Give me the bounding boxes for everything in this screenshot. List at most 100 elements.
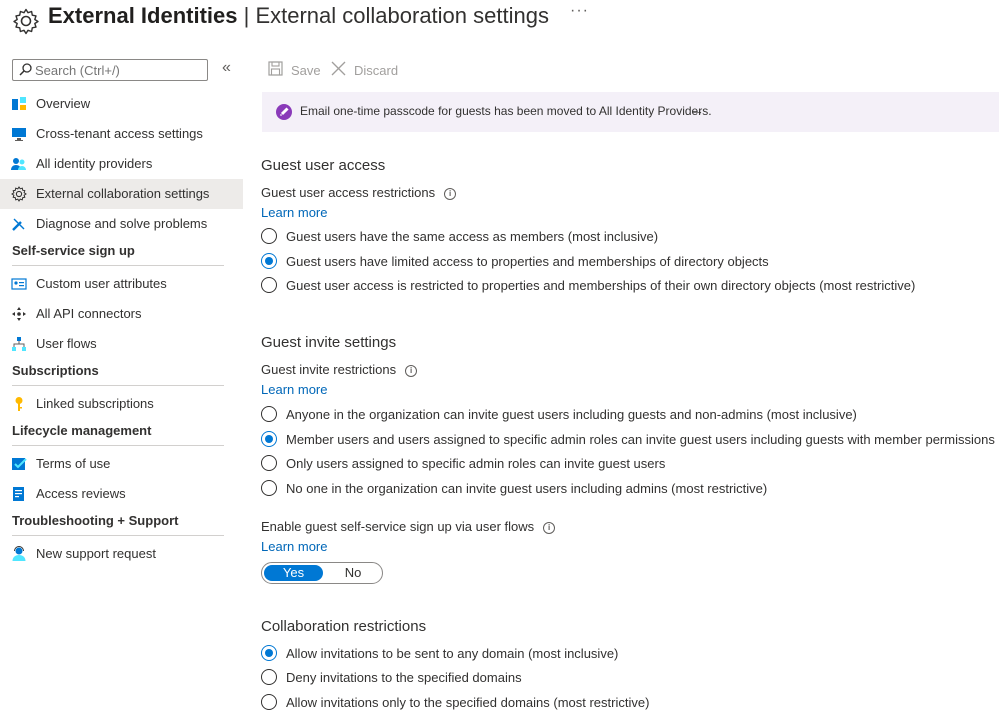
- support-icon: [11, 546, 27, 562]
- info-icon[interactable]: i: [543, 522, 556, 534]
- sidebar-item-access-reviews[interactable]: Access reviews: [0, 479, 243, 509]
- checklist-icon: [11, 456, 27, 472]
- guest-invite-label-text: Guest invite restrictions: [261, 362, 397, 377]
- sidebar-item-all-identity-providers[interactable]: All identity providers: [0, 149, 243, 179]
- sidebar-section-title: Troubleshooting + Support: [12, 513, 179, 528]
- page-title: External Identities | External collabora…: [48, 2, 549, 30]
- search-box[interactable]: [12, 59, 208, 81]
- info-icon[interactable]: i: [444, 188, 457, 200]
- gear-icon: [11, 186, 27, 202]
- collapse-sidebar-button[interactable]: «: [222, 59, 231, 77]
- guest-access-label-text: Guest user access restrictions: [261, 185, 436, 200]
- flow-icon: [11, 336, 27, 352]
- sidebar: « Overview Cross-tenant access settings Al…: [0, 56, 243, 727]
- id-card-icon: [11, 276, 27, 292]
- save-icon: [268, 61, 283, 76]
- toggle-no-option[interactable]: No: [326, 565, 380, 581]
- banner-text: Email one-time passcode for guests has b…: [300, 104, 712, 118]
- radio-label: Allow invitations to be sent to any doma…: [286, 646, 619, 661]
- sidebar-item-label: Overview: [36, 96, 91, 111]
- radio-label: Deny invitations to the specified domain…: [286, 670, 522, 685]
- radio-label: Allow invitations only to the specified …: [286, 695, 650, 710]
- radio-button[interactable]: [261, 406, 277, 422]
- banner-arrow-link[interactable]: →: [690, 102, 704, 118]
- sidebar-item-user-flows[interactable]: User flows: [0, 329, 243, 359]
- radio-button[interactable]: [261, 694, 277, 710]
- sidebar-item-label: All API connectors: [36, 306, 142, 321]
- rocket-icon: [276, 104, 292, 120]
- section-divider: [12, 535, 224, 536]
- connector-icon: [11, 306, 27, 322]
- title-service: External Identities: [48, 3, 238, 28]
- self-service-toggle[interactable]: Yes No: [261, 562, 383, 584]
- monitor-icon: [11, 126, 27, 142]
- sidebar-item-label: External collaboration settings: [36, 186, 210, 201]
- sidebar-item-new-support-request[interactable]: New support request: [0, 539, 243, 569]
- sidebar-item-label: All identity providers: [36, 156, 153, 171]
- radio-button[interactable]: [261, 455, 277, 471]
- radio-label: No one in the organization can invite gu…: [286, 481, 768, 496]
- sidebar-item-label: User flows: [36, 336, 97, 351]
- sidebar-item-label: Diagnose and solve problems: [36, 216, 208, 231]
- learn-more-link[interactable]: Learn more: [261, 539, 327, 554]
- sidebar-section-title: Self-service sign up: [12, 243, 135, 258]
- sidebar-item-label: Access reviews: [36, 486, 126, 501]
- radio-label: Member users and users assigned to speci…: [286, 432, 995, 447]
- sidebar-item-label: Linked subscriptions: [36, 396, 154, 411]
- section-divider: [12, 385, 224, 386]
- sidebar-item-cross-tenant-access-settings[interactable]: Cross-tenant access settings: [0, 119, 243, 149]
- radio-label: Only users assigned to specific admin ro…: [286, 456, 666, 471]
- learn-more-link[interactable]: Learn more: [261, 382, 327, 397]
- radio-label: Guest user access is restricted to prope…: [286, 278, 916, 293]
- guest-access-heading: Guest user access: [261, 157, 386, 174]
- info-icon[interactable]: i: [405, 365, 418, 377]
- save-label: Save: [291, 63, 321, 78]
- search-input[interactable]: [35, 61, 205, 79]
- sidebar-item-overview[interactable]: Overview: [0, 89, 243, 119]
- sidebar-item-custom-user-attributes[interactable]: Custom user attributes: [0, 269, 243, 299]
- self-service-label-text: Enable guest self-service sign up via us…: [261, 519, 535, 534]
- radio-button[interactable]: [261, 277, 277, 293]
- self-service-label: Enable guest self-service sign up via us…: [261, 519, 556, 534]
- guest-invite-heading: Guest invite settings: [261, 334, 397, 351]
- sidebar-item-all-api-connectors[interactable]: All API connectors: [0, 299, 243, 329]
- key-icon: [11, 396, 27, 412]
- sidebar-item-external-collaboration-settings[interactable]: External collaboration settings: [0, 179, 243, 209]
- sidebar-item-terms-of-use[interactable]: Terms of use: [0, 449, 243, 479]
- radio-button[interactable]: [261, 431, 277, 447]
- radio-button[interactable]: [261, 480, 277, 496]
- overview-icon: [11, 96, 27, 112]
- toggle-yes-option[interactable]: Yes: [264, 565, 323, 581]
- guest-invite-label: Guest invite restrictions i: [261, 362, 418, 377]
- discard-label: Discard: [354, 63, 399, 78]
- radio-button[interactable]: [261, 645, 277, 661]
- radio-label: Guest users have the same access as memb…: [286, 229, 659, 244]
- learn-more-link[interactable]: Learn more: [261, 205, 327, 220]
- more-options-button[interactable]: ···: [570, 2, 589, 20]
- radio-button[interactable]: [261, 669, 277, 685]
- sidebar-item-label: Custom user attributes: [36, 276, 167, 291]
- sidebar-item-diagnose-and-solve-problems[interactable]: Diagnose and solve problems: [0, 209, 243, 239]
- close-icon: [331, 61, 346, 76]
- radio-button[interactable]: [261, 253, 277, 269]
- section-divider: [12, 265, 224, 266]
- info-banner: Email one-time passcode for guests has b…: [262, 92, 999, 132]
- radio-label: Guest users have limited access to prope…: [286, 254, 769, 269]
- guest-access-label: Guest user access restrictions i: [261, 185, 457, 200]
- gear-icon: [13, 8, 39, 35]
- sidebar-item-linked-subscriptions[interactable]: Linked subscriptions: [0, 389, 243, 419]
- wrench-icon: [11, 216, 27, 232]
- sidebar-item-label: Terms of use: [36, 456, 111, 471]
- title-blade: | External collaboration settings: [237, 3, 549, 28]
- sidebar-item-label: Cross-tenant access settings: [36, 126, 203, 141]
- sidebar-section-title: Lifecycle management: [12, 423, 152, 438]
- radio-label: Anyone in the organization can invite gu…: [286, 407, 857, 422]
- collab-heading: Collaboration restrictions: [261, 618, 427, 635]
- page-header: External Identities | External collabora…: [0, 0, 999, 40]
- sidebar-item-label: New support request: [36, 546, 156, 561]
- review-icon: [11, 486, 27, 502]
- section-divider: [12, 445, 224, 446]
- search-icon: [19, 63, 32, 76]
- users-icon: [11, 156, 27, 172]
- radio-button[interactable]: [261, 228, 277, 244]
